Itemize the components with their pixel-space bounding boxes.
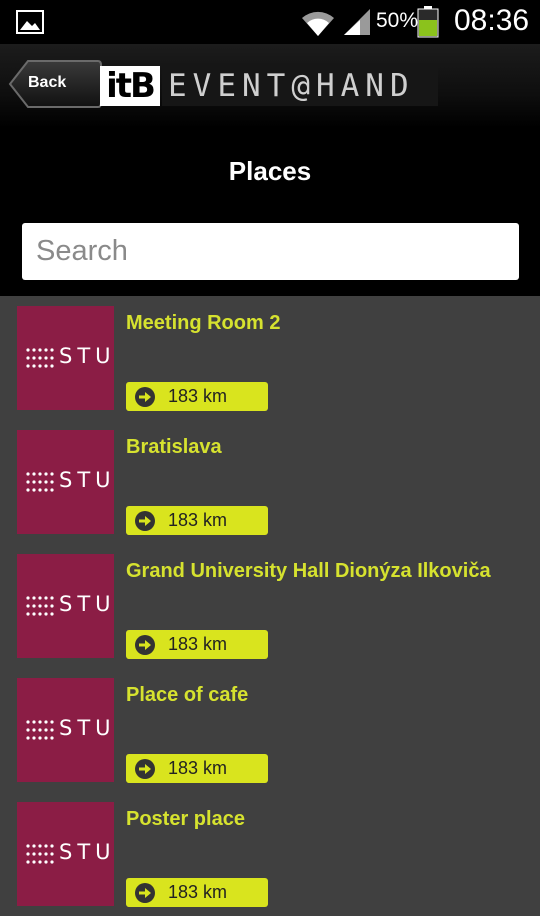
signal-icon <box>344 9 370 35</box>
clock: 08:36 <box>454 4 530 37</box>
page-title: Places <box>228 156 312 186</box>
distance-badge: 183 km <box>126 754 268 783</box>
dots-icon <box>26 472 54 492</box>
search-input[interactable] <box>22 223 519 280</box>
place-name: Bratislava <box>126 436 222 458</box>
distance-text: 183 km <box>168 758 228 778</box>
list-item[interactable]: STU Grand University Hall Dionýza Ilkovi… <box>0 544 540 668</box>
logo-text: STU <box>59 344 116 368</box>
distance-text: 183 km <box>168 634 228 654</box>
logo-text: STU <box>59 468 116 492</box>
dots-icon <box>26 720 54 740</box>
title-band: Places <box>0 128 540 296</box>
stu-logo: STU <box>17 430 114 534</box>
distance-badge: 183 km <box>126 382 268 411</box>
arrow-right-icon <box>135 635 155 655</box>
arrow-right-icon <box>135 387 155 407</box>
stu-logo: STU <box>17 678 114 782</box>
list-item[interactable]: STU Meeting Room 2 183 km <box>0 296 540 420</box>
place-name: Poster place <box>126 808 245 830</box>
arrow-right-icon <box>135 511 155 531</box>
status-bar: 50% 08:36 <box>0 0 540 44</box>
list-item[interactable]: STU Place of cafe 183 km <box>0 668 540 792</box>
dots-icon <box>26 844 54 864</box>
arrow-right-icon <box>135 759 155 779</box>
logo-text: EVENT@HAND <box>162 66 438 106</box>
stu-logo: STU <box>17 802 114 906</box>
list-item[interactable]: STU Bratislava 183 km <box>0 420 540 544</box>
logo-prefix: itB <box>100 66 160 106</box>
stu-logo: STU <box>17 554 114 658</box>
place-name: Meeting Room 2 <box>126 312 281 334</box>
stu-logo: STU <box>17 306 114 410</box>
distance-badge: 183 km <box>126 878 268 907</box>
battery-percent: 50% <box>376 9 419 32</box>
gallery-icon <box>16 10 44 34</box>
wifi-icon <box>302 11 334 36</box>
logo-text: STU <box>59 592 116 616</box>
distance-text: 183 km <box>168 386 228 406</box>
list-item[interactable]: STU Poster place 183 km <box>0 792 540 916</box>
distance-text: 183 km <box>168 510 228 530</box>
app-logo: itB EVENT@HAND <box>100 66 440 106</box>
places-list: STU Meeting Room 2 183 km STU Bratislava <box>0 296 540 916</box>
dots-icon <box>26 596 54 616</box>
place-name: Grand University Hall Dionýza Ilkoviča <box>126 560 491 582</box>
arrow-right-icon <box>135 883 155 903</box>
logo-text: STU <box>59 716 116 740</box>
distance-badge: 183 km <box>126 630 268 659</box>
app-header: Back itB EVENT@HAND <box>0 44 540 128</box>
battery-icon <box>417 6 439 38</box>
logo-text: STU <box>59 840 116 864</box>
place-name: Place of cafe <box>126 684 249 706</box>
dots-icon <box>26 348 54 368</box>
back-button-label: Back <box>28 74 67 91</box>
distance-badge: 183 km <box>126 506 268 535</box>
back-button[interactable]: Back <box>8 59 102 109</box>
